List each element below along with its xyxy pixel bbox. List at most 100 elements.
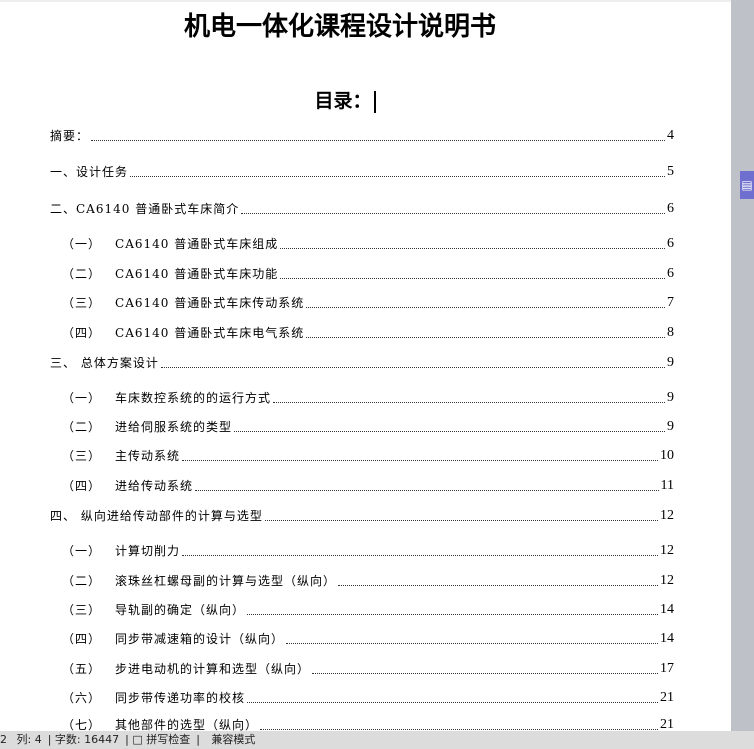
toc-entry[interactable]: （一） 车床数控系统的的运行方式 9 [62,390,674,406]
toc-entry-number: （四） [62,479,102,493]
toc-entry[interactable]: 摘要： 4 [50,128,674,144]
toc-entry[interactable]: （四） 进给传动系统 11 [62,478,674,494]
status-bar: 2 列: 4 | 字数: 16447 | □ 拼写检查 | 兼容模式 [0,731,754,749]
toc-entry-number: （二） [62,420,102,434]
toc-entry[interactable]: （一） 计算切削力 12 [62,543,674,559]
toc-entry[interactable]: （三） 导轨副的确定（纵向） 14 [62,602,674,618]
toc-leader-dots [247,614,658,615]
toc-entry-title: 车床数控系统的的运行方式 [115,391,272,405]
document-title: 机电一体化课程设计说明书 [183,12,496,42]
toc-leader-dots [91,140,665,141]
toc-entry-page: 6 [667,236,674,251]
toc-leader-dots [312,673,658,674]
toc-entry-number: （一） [62,544,102,558]
toc-entry-title: 进给伺服系统的类型 [115,420,233,434]
toc-entry[interactable]: （五） 步进电动机的计算和选型（纵向） 17 [62,661,674,677]
toc-leader-dots [130,176,665,177]
toc-entry-title: CA6140 普通卧式车床组成 [115,237,279,251]
toc-entry-number: （四） [62,326,102,340]
toc-entry-number: （四） [62,632,102,646]
toc-leader-dots [195,490,659,491]
toc-heading-text: 目录： [314,90,372,112]
toc-entry-title: 主传动系统 [115,449,181,463]
status-line: 2 [0,733,7,746]
toc-leader-dots [182,555,658,556]
toc-entry-page: 8 [667,325,674,340]
toc-entry-title: CA6140 普通卧式车床传动系统 [115,296,305,310]
toc-entry-number: （六） [62,691,102,705]
toc-heading: 目录： [0,86,690,113]
toc-leader-dots [338,585,658,586]
toc-entry[interactable]: （四） CA6140 普通卧式车床电气系统 8 [62,325,674,341]
toc-entry-title: 四、 纵向进给传动部件的计算与选型 [50,509,263,523]
toc-entry-page: 9 [667,419,674,434]
toc-entry-page: 17 [660,661,674,676]
toc-entry-page: 10 [660,448,674,463]
compat-mode: 兼容模式 [211,733,256,746]
toc-entry-page: 21 [660,690,674,705]
toc-entry-page: 14 [660,602,674,617]
toc-entry-number: （三） [62,296,102,310]
toc-entry-number: （一） [62,391,102,405]
toc-leader-dots [280,278,665,279]
toc-entry-page: 9 [667,390,674,405]
text-cursor [373,91,376,113]
toc-leader-dots [306,307,665,308]
toc-entry[interactable]: 四、 纵向进给传动部件的计算与选型 12 [50,508,674,524]
toc-entry-number: （三） [62,449,102,463]
toc-entry-number: （一） [62,237,102,251]
toc-leader-dots [306,337,665,338]
toc-entry-page: 12 [660,508,674,523]
toc-entry-page: 7 [667,295,674,310]
toc-entry-title: CA6140 普通卧式车床电气系统 [115,326,305,340]
toc-entry-title: 同步带传递功率的校核 [115,691,246,705]
toc-entry-title: 三、 总体方案设计 [50,356,159,370]
toc-entry[interactable]: 一、设计任务 5 [50,164,674,180]
toc-leader-dots [182,460,658,461]
toc-entry[interactable]: （六） 同步带传递功率的校核 21 [62,690,674,706]
toc-entry-page: 5 [667,164,674,179]
toc-entry-title: 一、设计任务 [50,165,129,179]
toc-leader-dots [264,520,658,521]
toc-entry-page: 14 [660,631,674,646]
toc-entry[interactable]: （三） CA6140 普通卧式车床传动系统 7 [62,295,674,311]
toc-entry[interactable]: （四） 同步带减速箱的设计（纵向） 14 [62,631,674,647]
toc-entry[interactable]: 二、CA6140 普通卧式车床简介 6 [50,201,674,217]
toc-entry[interactable]: （二） 进给伺服系统的类型 9 [62,419,674,435]
status-column: 列: 4 [16,733,42,746]
toc-entry-title: 二、CA6140 普通卧式车床简介 [50,202,240,216]
document-page[interactable]: 机电一体化课程设计说明书 目录： 摘要： 4 一、设计任务 5 二、CA6140 普通卧… [0,0,731,733]
toc-entry-title: 同步带减速箱的设计（纵向） [115,632,285,646]
toc-entry-page: 12 [660,573,674,588]
side-panel-document-icon[interactable]: ▤ [740,171,754,199]
side-panel [731,0,754,731]
toc-entry-page: 4 [667,128,674,143]
toc-entry-title: 导轨副的确定（纵向） [115,603,246,617]
toc-entry[interactable]: 三、 总体方案设计 9 [50,355,674,371]
toc-entry-number: （二） [62,574,102,588]
toc-entry[interactable]: （二） CA6140 普通卧式车床功能 6 [62,266,674,282]
status-word-count[interactable]: 字数: 16447 [55,733,119,746]
toc-leader-dots [286,643,658,644]
toc-entry-page: 11 [660,478,674,493]
toc-entry-page: 6 [667,201,674,216]
toc-entry-title: 步进电动机的计算和选型（纵向） [115,662,311,676]
toc-entry-number: （五） [62,662,102,676]
toc-entry-title: CA6140 普通卧式车床功能 [115,267,279,281]
toc-leader-dots [260,729,658,730]
toc-leader-dots [247,702,658,703]
toc-leader-dots [273,402,665,403]
toc-leader-dots [160,367,665,368]
toc-entry-page: 12 [660,543,674,558]
toc-leader-dots [280,248,665,249]
toc-entry-title: 计算切削力 [115,544,181,558]
toc-entry[interactable]: （二） 滚珠丝杠螺母副的计算与选型（纵向） 12 [62,573,674,589]
toc-entry-title: 摘要： [50,129,90,143]
toc-leader-dots [234,431,665,432]
spell-check-toggle[interactable]: □ 拼写检查 [132,733,190,746]
toc-entry[interactable]: （三） 主传动系统 10 [62,448,674,464]
toc-entry-title: 进给传动系统 [115,479,194,493]
toc-entry-number: （三） [62,603,102,617]
toc-leader-dots [241,213,665,214]
toc-entry[interactable]: （一） CA6140 普通卧式车床组成 6 [62,236,674,252]
